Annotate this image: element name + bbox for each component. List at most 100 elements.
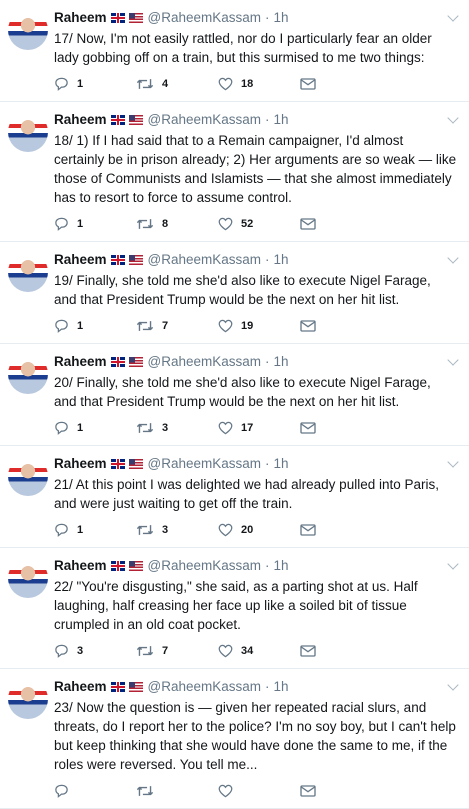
like-button[interactable]: 34 <box>218 644 300 658</box>
tweet: Raheem @RaheemKassam · 1h 17/ Now, I'm n… <box>0 0 469 102</box>
timestamp[interactable]: 1h <box>274 456 289 472</box>
separator-dot: · <box>265 112 270 127</box>
reply-button[interactable]: 1 <box>54 319 136 333</box>
user-handle[interactable]: @RaheemKassam <box>148 252 262 268</box>
timestamp[interactable]: 1h <box>274 10 289 26</box>
reply-button[interactable]: 1 <box>54 77 136 91</box>
retweet-icon <box>136 525 154 535</box>
tweet-actions: 1 7 19 <box>54 309 457 343</box>
like-button[interactable]: 18 <box>218 77 300 91</box>
avatar[interactable] <box>8 679 48 719</box>
retweet-button[interactable] <box>136 784 218 798</box>
reply-count: 1 <box>77 320 84 332</box>
display-name[interactable]: Raheem <box>54 456 107 472</box>
envelope-icon <box>300 78 316 90</box>
timestamp[interactable]: 1h <box>274 112 289 128</box>
user-handle[interactable]: @RaheemKassam <box>148 354 262 370</box>
us-flag-icon <box>128 255 143 265</box>
user-handle[interactable]: @RaheemKassam <box>148 112 262 128</box>
like-count: 19 <box>241 320 254 332</box>
timestamp[interactable]: 1h <box>274 558 289 574</box>
retweet-button[interactable]: 3 <box>136 523 218 537</box>
retweet-button[interactable]: 8 <box>136 217 218 231</box>
avatar[interactable] <box>8 252 48 292</box>
user-handle[interactable]: @RaheemKassam <box>148 10 262 26</box>
reply-count: 1 <box>77 78 84 90</box>
direct-message-button[interactable] <box>300 785 382 797</box>
retweet-icon <box>136 321 154 331</box>
retweet-count: 7 <box>162 645 169 657</box>
tweet-actions: 1 8 52 <box>54 207 457 241</box>
avatar[interactable] <box>8 112 48 152</box>
retweet-count: 7 <box>162 320 169 332</box>
envelope-icon <box>300 218 316 230</box>
timestamp[interactable]: 1h <box>274 252 289 268</box>
retweet-count: 4 <box>162 78 169 90</box>
like-button[interactable]: 20 <box>218 523 300 537</box>
heart-icon <box>218 784 233 798</box>
envelope-icon <box>300 524 316 536</box>
reply-button[interactable] <box>54 784 136 798</box>
direct-message-button[interactable] <box>300 422 382 434</box>
tweet-text: 17/ Now, I'm not easily rattled, nor do … <box>54 31 432 65</box>
display-name[interactable]: Raheem <box>54 558 107 574</box>
retweet-button[interactable]: 4 <box>136 77 218 91</box>
us-flag-icon <box>128 459 143 469</box>
avatar[interactable] <box>8 354 48 394</box>
retweet-icon <box>136 646 154 656</box>
timestamp[interactable]: 1h <box>274 354 289 370</box>
reply-count: 1 <box>77 218 84 230</box>
reply-button[interactable]: 1 <box>54 217 136 231</box>
avatar[interactable] <box>8 558 48 598</box>
reply-icon <box>55 319 68 333</box>
like-button[interactable] <box>218 784 300 798</box>
user-handle[interactable]: @RaheemKassam <box>148 558 262 574</box>
direct-message-button[interactable] <box>300 320 382 332</box>
uk-flag-icon <box>110 13 125 23</box>
user-handle[interactable]: @RaheemKassam <box>148 679 262 695</box>
timestamp[interactable]: 1h <box>274 679 289 695</box>
like-count: 20 <box>241 524 254 536</box>
like-button[interactable]: 19 <box>218 319 300 333</box>
heart-icon <box>218 421 233 435</box>
display-name[interactable]: Raheem <box>54 679 107 695</box>
retweet-button[interactable]: 7 <box>136 644 218 658</box>
user-handle[interactable]: @RaheemKassam <box>148 456 262 472</box>
us-flag-icon <box>128 115 143 125</box>
retweet-icon <box>136 786 154 796</box>
tweet-actions: 1 3 17 <box>54 411 457 445</box>
separator-dot: · <box>265 252 270 267</box>
heart-icon <box>218 217 233 231</box>
heart-icon <box>218 644 233 658</box>
direct-message-button[interactable] <box>300 78 382 90</box>
reply-icon <box>55 217 68 231</box>
tweet: Raheem @RaheemKassam · 1h 18/ 1) If I ha… <box>0 102 469 242</box>
retweet-button[interactable]: 3 <box>136 421 218 435</box>
direct-message-button[interactable] <box>300 524 382 536</box>
like-button[interactable]: 52 <box>218 217 300 231</box>
tweet-text: 22/ "You're disgusting," she said, as a … <box>54 579 418 632</box>
reply-button[interactable]: 3 <box>54 644 136 658</box>
direct-message-button[interactable] <box>300 645 382 657</box>
display-name[interactable]: Raheem <box>54 354 107 370</box>
retweet-button[interactable]: 7 <box>136 319 218 333</box>
reply-icon <box>55 523 68 537</box>
tweet: Raheem @RaheemKassam · 1h 19/ Finally, s… <box>0 242 469 344</box>
us-flag-icon <box>128 13 143 23</box>
tweet: Raheem @RaheemKassam · 1h 20/ Finally, s… <box>0 344 469 446</box>
separator-dot: · <box>265 558 270 573</box>
tweet-header: Raheem @RaheemKassam · 1h <box>54 252 457 268</box>
tweet-header: Raheem @RaheemKassam · 1h <box>54 354 457 370</box>
reply-button[interactable]: 1 <box>54 523 136 537</box>
tweet-actions: 1 4 18 <box>54 67 457 101</box>
like-button[interactable]: 17 <box>218 421 300 435</box>
avatar[interactable] <box>8 10 48 50</box>
reply-button[interactable]: 1 <box>54 421 136 435</box>
display-name[interactable]: Raheem <box>54 252 107 268</box>
display-name[interactable]: Raheem <box>54 10 107 26</box>
tweet-thread: Raheem @RaheemKassam · 1h 17/ Now, I'm n… <box>0 0 469 809</box>
like-count: 17 <box>241 422 254 434</box>
direct-message-button[interactable] <box>300 218 382 230</box>
display-name[interactable]: Raheem <box>54 112 107 128</box>
avatar[interactable] <box>8 456 48 496</box>
